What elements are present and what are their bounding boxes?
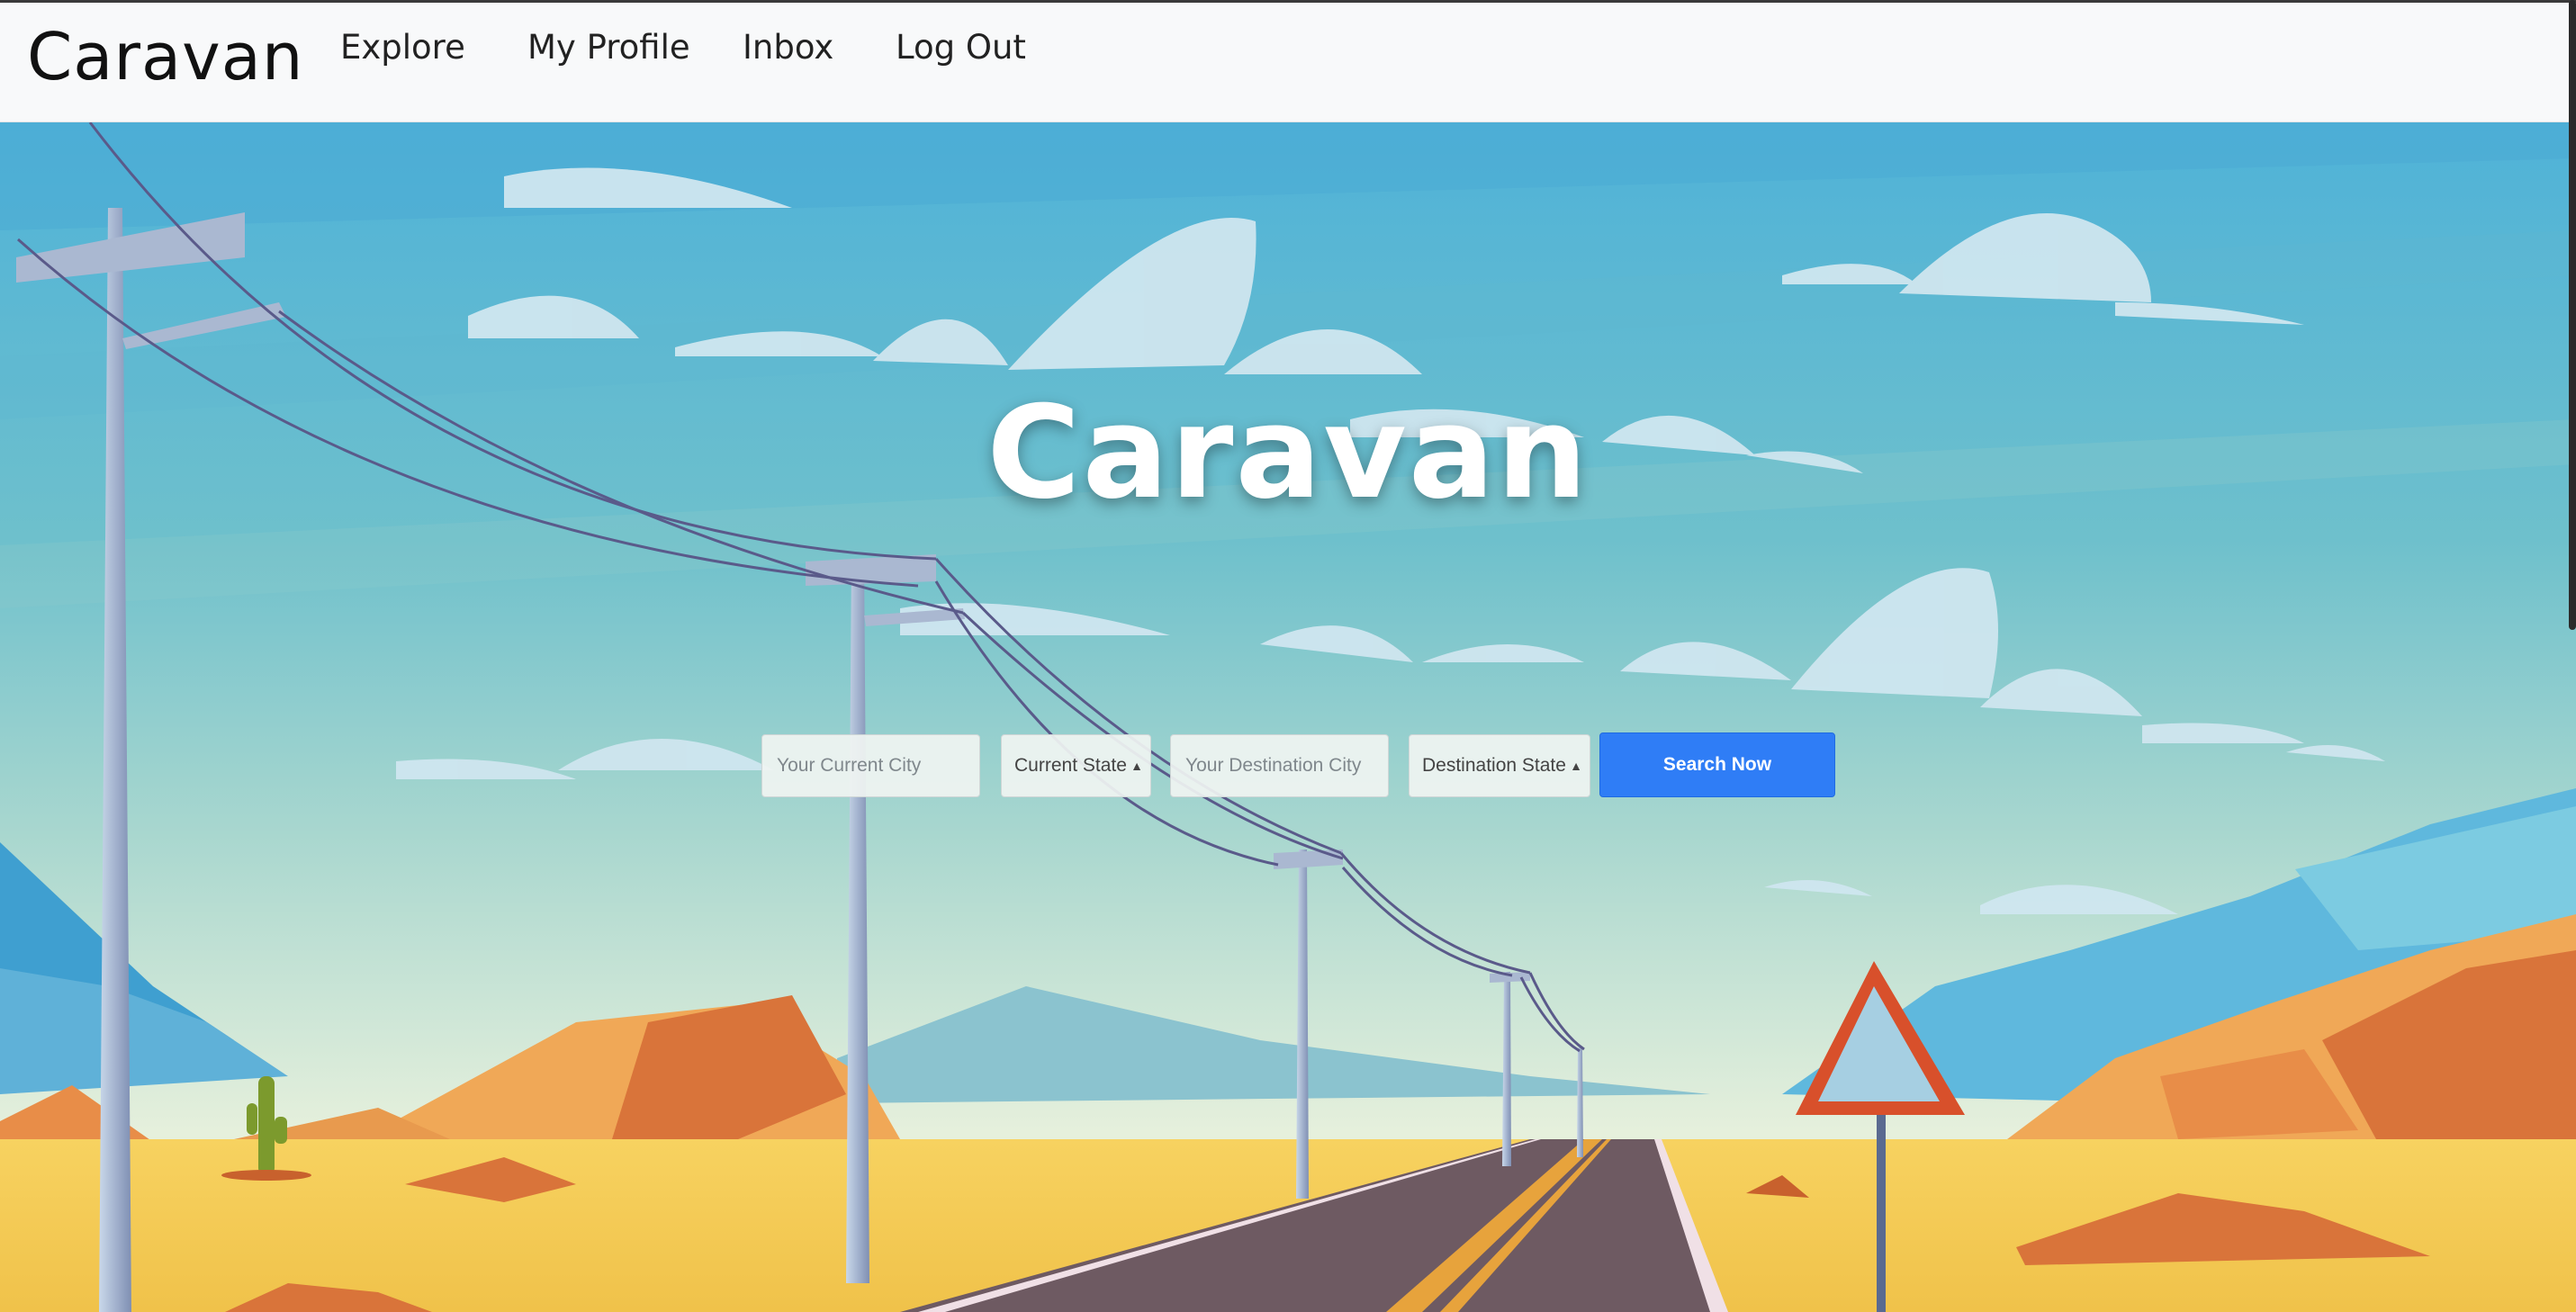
trip-search-form: Current State ▲ Destination State ▲ Sear… (0, 732, 2576, 801)
hero-title: Caravan (986, 379, 1590, 527)
destination-state-label: Destination State (1422, 755, 1566, 776)
current-state-select[interactable]: Current State ▲ (1001, 734, 1151, 797)
hero-section: Caravan Current State ▲ Destination Stat… (0, 122, 2576, 1312)
brand-logo-link[interactable]: Caravan (27, 19, 303, 94)
nav-explore-link[interactable]: Explore (340, 28, 465, 67)
current-city-input[interactable] (761, 734, 980, 797)
nav-my-profile-link[interactable]: My Profile (527, 28, 690, 67)
desert-road-illustration (0, 122, 2576, 1312)
select-arrows-icon: ▲ (1570, 759, 1582, 773)
destination-state-select[interactable]: Destination State ▲ (1409, 734, 1590, 797)
top-navbar: Caravan Explore My Profile Inbox Log Out (0, 0, 2576, 122)
search-now-button[interactable]: Search Now (1599, 732, 1835, 797)
current-state-label: Current State (1014, 755, 1127, 776)
nav-inbox-link[interactable]: Inbox (743, 28, 833, 67)
nav-log-out-link[interactable]: Log Out (896, 28, 1026, 67)
destination-city-input[interactable] (1170, 734, 1389, 797)
page-scrollbar[interactable] (2569, 0, 2576, 630)
select-arrows-icon: ▲ (1130, 759, 1143, 773)
